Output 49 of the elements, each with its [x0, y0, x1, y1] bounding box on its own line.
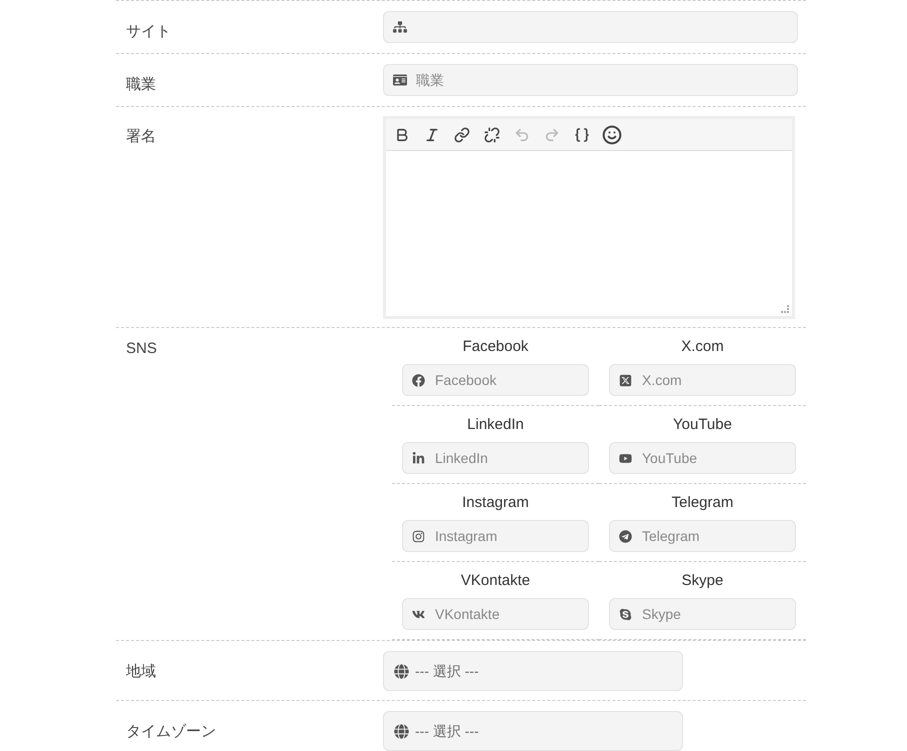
- braces-icon: [574, 126, 590, 142]
- toolbar-button[interactable]: [602, 124, 622, 144]
- x-icon: [619, 374, 632, 386]
- text-field[interactable]: [383, 11, 798, 43]
- network-title: Facebook: [462, 337, 528, 357]
- network-title: LinkedIn: [467, 415, 524, 435]
- smiley-icon: [602, 124, 622, 144]
- field-label: タイムゾーン: [126, 723, 216, 740]
- toolbar-button[interactable]: [482, 124, 502, 144]
- facebook-icon: [412, 374, 425, 386]
- skype-icon: [619, 608, 632, 620]
- toolbar-button[interactable]: [452, 124, 472, 144]
- social-url-field[interactable]: LinkedIn: [402, 442, 589, 474]
- unlink-icon: [484, 126, 500, 142]
- id-card-icon: [393, 73, 407, 87]
- bold-icon: [394, 126, 410, 142]
- network-title: X.com: [681, 337, 724, 357]
- sitemap-icon: [393, 20, 407, 34]
- social-url-field[interactable]: Skype: [609, 598, 796, 630]
- link-icon: [454, 126, 470, 142]
- linkedin-icon: [412, 452, 425, 464]
- social-url-field[interactable]: Telegram: [609, 520, 796, 552]
- social-url-field[interactable]: Facebook: [402, 364, 589, 396]
- resize-handle-icon: [781, 305, 789, 313]
- field-label: SNS: [126, 340, 157, 357]
- select-dropdown[interactable]: --- 選択 ---: [383, 651, 683, 691]
- instagram-icon: [412, 530, 425, 542]
- telegram-icon: [619, 530, 632, 542]
- network-title: YouTube: [673, 415, 732, 435]
- field-label: 地域: [126, 663, 156, 680]
- italic-icon: [424, 126, 440, 142]
- select-dropdown[interactable]: --- 選択 ---: [383, 711, 683, 751]
- field-label: 署名: [126, 128, 156, 145]
- network-title: Skype: [682, 571, 724, 591]
- globe-icon: [394, 664, 409, 678]
- globe-icon: [394, 724, 409, 738]
- network-title: Telegram: [672, 493, 734, 513]
- youtube-icon: [619, 452, 632, 464]
- social-url-field[interactable]: Instagram: [402, 520, 589, 552]
- social-url-field[interactable]: YouTube: [609, 442, 796, 474]
- network-title: Instagram: [462, 493, 529, 513]
- social-url-field[interactable]: VKontakte: [402, 598, 589, 630]
- field-label: 職業: [126, 76, 156, 93]
- redo-icon: [544, 126, 560, 142]
- network-title: VKontakte: [460, 571, 530, 591]
- social-url-field[interactable]: X.com: [609, 364, 796, 396]
- text-field[interactable]: 職業: [383, 64, 798, 96]
- undo-icon: [514, 126, 530, 142]
- field-label: サイト: [126, 23, 171, 40]
